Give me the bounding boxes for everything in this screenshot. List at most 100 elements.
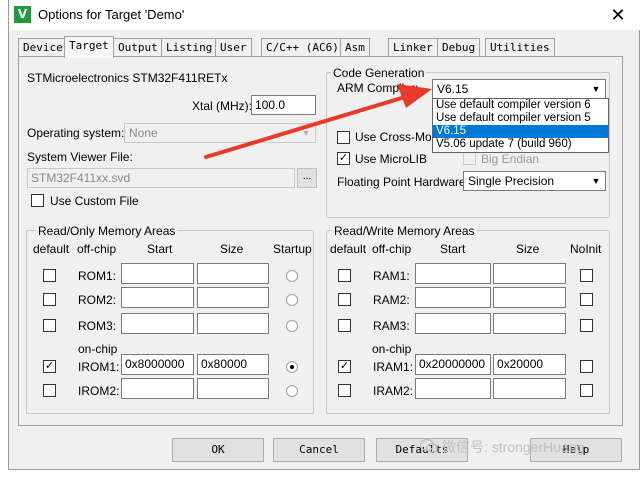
rw-start-input[interactable] [415,263,491,284]
rw-noinit-checkbox[interactable] [580,360,593,373]
rw-noinit-checkbox[interactable] [580,269,593,282]
ro-header-default: default [33,242,70,256]
arm-compiler-dropdown: Use default compiler version 6 Use defau… [432,98,609,153]
arm-compiler-label: ARM Compiler: [337,81,419,95]
ro-start-input[interactable] [121,378,194,399]
tab-asm[interactable]: Asm [340,38,370,57]
chevron-down-icon: ▼ [591,176,601,186]
rw-region-name: IRAM2: [373,384,414,398]
rw-header-default: default [330,242,367,256]
rw-size-input[interactable] [493,378,566,399]
ro-memory-title: Read/Only Memory Areas [36,224,178,238]
svd-file-field[interactable]: STM32F411xx.svd [27,168,295,188]
os-value: None [129,126,158,140]
tab-cpp[interactable]: C/C++ (AC6) [261,38,344,57]
ro-region-name: IROM1: [78,360,120,374]
device-name: STMicroelectronics STM32F411RETx [27,71,228,85]
rw-start-input[interactable] [415,378,491,399]
rw-start-input[interactable]: 0x20000000 [415,354,491,375]
ro-default-checkbox[interactable] [43,293,56,306]
svd-label: System Viewer File: [27,150,133,164]
os-select[interactable]: None ▼ [124,123,316,143]
custom-file-checkbox[interactable] [31,194,44,207]
rw-onchip-label: on-chip [372,342,412,356]
ro-default-checkbox[interactable] [43,319,56,332]
fp-hardware-select[interactable]: Single Precision ▼ [463,171,606,191]
rw-default-checkbox[interactable] [338,384,351,397]
cancel-button[interactable]: Cancel [273,438,365,462]
tab-debug[interactable]: Debug [437,38,481,57]
rw-noinit-checkbox[interactable] [580,384,593,397]
ro-startup-radio[interactable] [286,361,298,373]
rw-region-name: RAM1: [373,269,410,283]
compiler-option-default-v6[interactable]: Use default compiler version 6 [433,99,608,112]
watermark-text: 微信号: strongerHuang [442,439,585,455]
rw-size-input[interactable]: 0x20000 [493,354,566,375]
keil-app-icon: V [14,6,31,23]
cross-module-checkbox[interactable] [337,131,350,144]
svd-browse-button[interactable]: ... [297,168,317,188]
tab-device[interactable]: Device [18,38,68,57]
tab-target[interactable]: Target [64,36,114,58]
title-bar: V Options for Target 'Demo' ✕ [9,0,640,30]
ro-default-checkbox[interactable] [43,269,56,282]
ro-startup-radio[interactable] [286,294,298,306]
rw-default-checkbox[interactable]: ✓ [338,360,351,373]
rw-default-checkbox[interactable] [338,319,351,332]
compiler-option-v5-06[interactable]: V5.06 update 7 (build 960) [433,138,608,151]
rw-noinit-checkbox[interactable] [580,319,593,332]
tab-user[interactable]: User [215,38,252,57]
rw-default-checkbox[interactable] [338,293,351,306]
ro-startup-radio[interactable] [286,270,298,282]
rw-start-input[interactable] [415,287,491,308]
rw-header-start: Start [440,242,466,256]
xtal-input[interactable]: 100.0 [251,95,316,115]
compiler-option-v6-15[interactable]: V6.15 [433,125,608,138]
ro-header-size: Size [220,242,244,256]
rw-size-input[interactable] [493,313,566,334]
microlib-label: Use MicroLIB [355,152,428,166]
ro-size-input[interactable] [197,378,269,399]
ro-size-input[interactable]: 0x80000 [197,354,269,375]
tab-utilities[interactable]: Utilities [485,38,555,57]
rw-start-input[interactable] [415,313,491,334]
rw-region-name: RAM3: [373,319,410,333]
big-endian-checkbox[interactable] [463,152,476,165]
ro-default-checkbox[interactable] [43,384,56,397]
ok-button[interactable]: OK [172,438,264,462]
rw-default-checkbox[interactable] [338,269,351,282]
custom-file-label: Use Custom File [50,194,139,208]
arm-compiler-select[interactable]: V6.15 ▼ [432,79,606,99]
window-title: Options for Target 'Demo' [38,7,185,22]
microlib-checkbox[interactable]: ✓ [337,152,350,165]
rw-memory-title: Read/Write Memory Areas [332,224,477,238]
rw-noinit-checkbox[interactable] [580,293,593,306]
ro-region-name: IROM2: [78,384,120,398]
ro-size-input[interactable] [197,263,269,284]
compiler-option-default-v5[interactable]: Use default compiler version 5 [433,112,608,125]
arm-compiler-value: V6.15 [437,82,469,96]
ro-start-input[interactable]: 0x8000000 [121,354,194,375]
ro-onchip-label: on-chip [78,342,118,356]
code-generation-title: Code Generation [331,66,427,80]
ro-region-name: ROM3: [78,319,117,333]
ro-size-input[interactable] [197,313,269,334]
rw-header-noinit: NoInit [570,242,602,256]
ro-start-input[interactable] [121,287,194,308]
ro-size-input[interactable] [197,287,269,308]
tab-output[interactable]: Output [113,38,163,57]
ro-start-input[interactable] [121,263,194,284]
ro-start-input[interactable] [121,313,194,334]
tab-listing[interactable]: Listing [161,38,218,57]
ro-default-checkbox[interactable]: ✓ [43,360,56,373]
rw-region-name: RAM2: [373,293,410,307]
rw-header-size: Size [516,242,540,256]
close-button[interactable]: ✕ [603,2,633,28]
rw-size-input[interactable] [493,287,566,308]
os-label: Operating system: [27,126,125,140]
ro-startup-radio[interactable] [286,320,298,332]
ro-startup-radio[interactable] [286,385,298,397]
big-endian-label: Big Endian [481,152,540,166]
tab-linker[interactable]: Linker [388,38,438,57]
rw-size-input[interactable] [493,263,566,284]
